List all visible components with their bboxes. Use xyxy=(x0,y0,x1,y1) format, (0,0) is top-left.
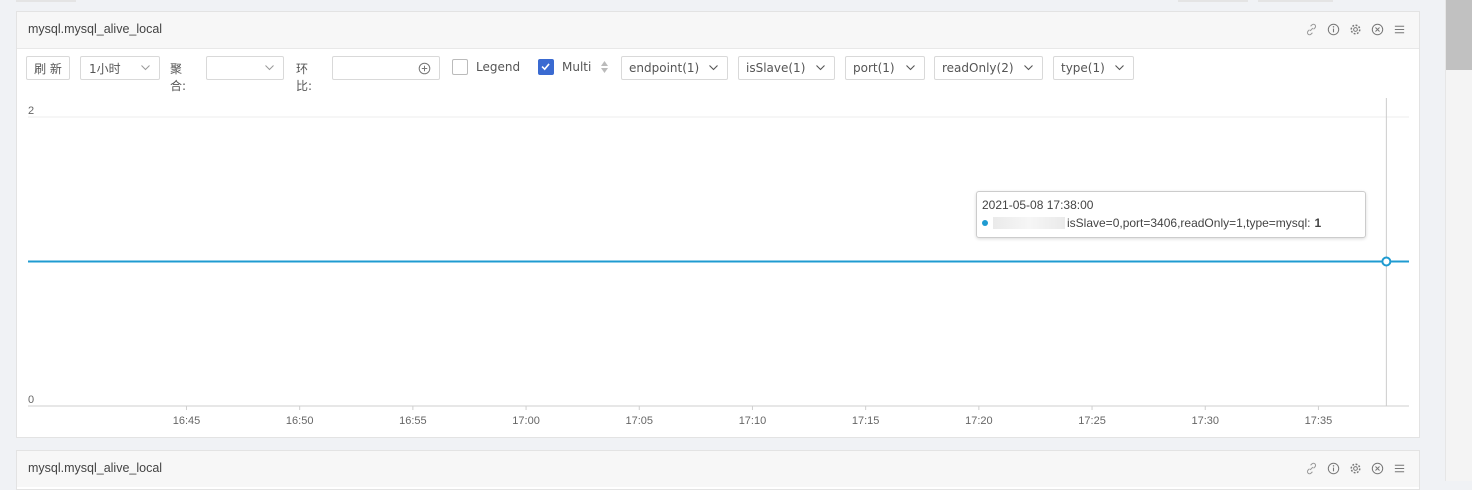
page-background-top xyxy=(0,0,1445,11)
y-tick-label: 0 xyxy=(28,394,34,406)
x-tick-label: 17:20 xyxy=(965,415,993,427)
panel-header-icons xyxy=(1304,461,1407,476)
menu-icon[interactable] xyxy=(1392,461,1407,476)
highlight-point xyxy=(1381,256,1392,267)
scrollbar-thumb[interactable] xyxy=(1446,0,1472,70)
tooltip-value: 1 xyxy=(1314,216,1322,230)
panel-title: mysql.mysql_alive_local xyxy=(28,461,163,475)
info-icon[interactable] xyxy=(1326,461,1341,476)
settings-icon[interactable] xyxy=(1348,461,1363,476)
top-edge-tab xyxy=(1258,0,1333,2)
page-scrollbar[interactable] xyxy=(1445,0,1472,481)
x-tick-label: 17:35 xyxy=(1305,415,1333,427)
x-tick-label: 16:55 xyxy=(399,415,427,427)
x-tick-label: 17:10 xyxy=(739,415,767,427)
top-edge-tab xyxy=(16,0,76,2)
link-icon[interactable] xyxy=(1304,461,1319,476)
redacted-endpoint xyxy=(993,217,1065,229)
x-tick-label: 17:15 xyxy=(852,415,880,427)
x-tick-label: 17:30 xyxy=(1191,415,1219,427)
panel-header: mysql.mysql_alive_local xyxy=(17,451,1419,487)
tooltip-series-label: isSlave=0,port=3406,readOnly=1,type=mysq… xyxy=(1067,216,1311,230)
top-edge-tab xyxy=(1178,0,1248,2)
x-tick-label: 16:50 xyxy=(286,415,314,427)
tooltip-series-row: isSlave=0,port=3406,readOnly=1,type=mysq… xyxy=(982,216,1360,230)
tooltip-time: 2021-05-08 17:38:00 xyxy=(982,198,1094,212)
x-tick-label: 16:45 xyxy=(173,415,201,427)
x-tick-label: 17:25 xyxy=(1078,415,1106,427)
chart-panel-2: mysql.mysql_alive_local xyxy=(16,450,1420,490)
chart-tooltip: 2021-05-08 17:38:00 isSlave=0,port=3406,… xyxy=(976,191,1366,238)
y-tick-label: 2 xyxy=(28,105,34,117)
close-icon[interactable] xyxy=(1370,461,1385,476)
series-color-dot xyxy=(982,220,988,226)
x-tick-label: 17:05 xyxy=(625,415,653,427)
x-tick-label: 17:00 xyxy=(512,415,540,427)
